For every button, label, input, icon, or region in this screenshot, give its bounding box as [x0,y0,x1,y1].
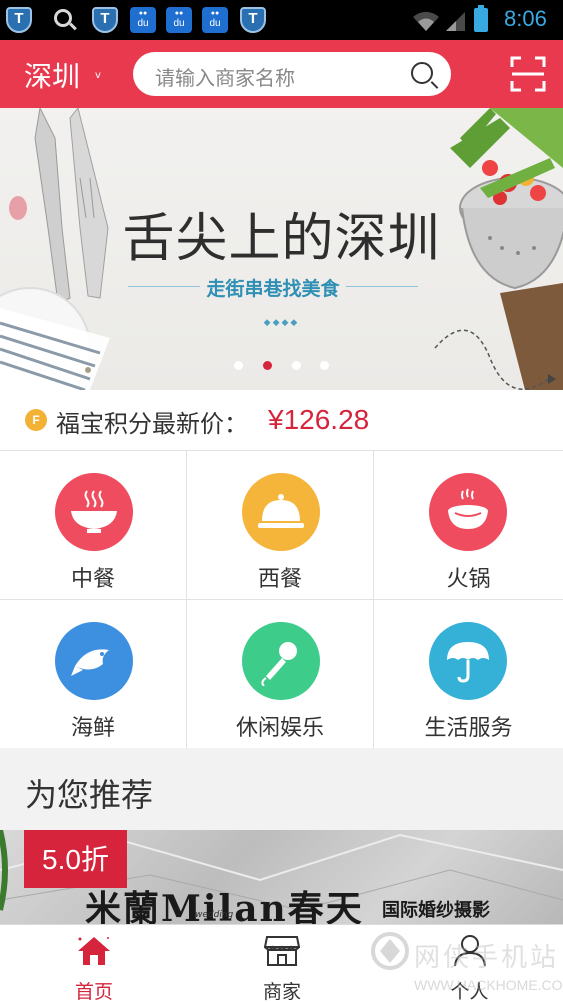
recommend-section-header: 为您推荐 [0,748,563,830]
points-price-row[interactable]: F 福宝积分最新价： ¥126.28 [0,390,563,450]
carousel-dot[interactable] [320,361,329,370]
scan-icon[interactable] [510,56,546,92]
banner-ornament: ◆◆◆◆ [263,318,300,328]
tab-label: 商家 [262,981,301,1002]
category-label: 休闲娱乐 [235,716,324,741]
category-icon-bg [242,473,320,551]
search-input[interactable]: 请输入商家名称 [133,52,451,96]
tab-merchants[interactable]: 商家 [188,925,376,1002]
tab-label: 首页 [74,981,113,1002]
cloche-icon [258,494,304,528]
wifi-icon [413,11,439,31]
search-icon [54,9,72,27]
merchant-name-small: wedding [195,910,234,920]
umbrella-icon [447,642,489,683]
category-label: 火锅 [446,567,491,592]
watermark-logo-icon [371,932,409,970]
microphone-icon [261,642,297,686]
category-label: 中餐 [70,567,115,592]
category-icon-bg [429,473,507,551]
category-icon-bg [242,622,320,700]
points-value: ¥126.28 [268,404,370,435]
points-label: 福宝积分最新价： [56,410,248,438]
status-time: 8:06 [504,6,547,31]
watermark-text: 网侠手机站 [414,943,560,973]
carousel-dot-active[interactable] [263,361,272,370]
category-icon-bg [55,622,133,700]
fish-icon [71,649,109,676]
baidu-paw-icon: du [166,7,192,33]
category-label: 西餐 [257,567,302,592]
shield-icon [240,7,266,33]
hotpot-icon [448,488,488,529]
category-hotpot[interactable]: 火锅 [374,451,563,600]
shield-icon [92,7,118,33]
carousel-dot[interactable] [234,361,243,370]
battery-icon [474,5,488,32]
watermark: 网侠手机站 WWW.HACKHOME.COM [370,929,563,999]
banner-subtitle: 走街串巷找美食 [206,278,340,300]
category-icon-bg [429,622,507,700]
status-bar: du du du 8:06 [0,0,563,40]
category-icon-bg [55,473,133,551]
merchant-subtitle: 国际婚纱摄影 [382,900,490,921]
watermark-url: WWW.HACKHOME.COM [414,977,563,993]
category-chinese[interactable]: 中餐 [0,451,187,600]
chinese-food-bowl-icon [71,490,117,533]
category-label: 生活服务 [424,716,513,741]
category-western[interactable]: 西餐 [187,451,374,600]
bottom-tab-bar: 首页 商家 个人 网侠手机站 WWW.HACKHOME.COM [0,924,563,1002]
category-label: 海鲜 [70,716,115,741]
category-entertainment[interactable]: 休闲娱乐 [187,600,374,749]
banner-subtitle-row: 走街串巷找美食 [128,274,418,300]
chevron-down-icon[interactable]: v [95,70,101,81]
divider [346,286,418,287]
recommend-item[interactable]: 5.0折 米蘭Milan春天 wedding 国际婚纱摄影 [0,830,563,924]
coin-icon: F [25,409,47,431]
signal-icon [446,12,465,31]
search-icon[interactable] [411,62,433,84]
baidu-paw-icon: du [130,7,156,33]
shield-icon [6,7,32,33]
carousel-dot[interactable] [292,361,301,370]
banner-title: 舌尖上的深圳 [122,209,441,269]
category-life-services[interactable]: 生活服务 [374,600,563,749]
tab-home[interactable]: 首页 [0,925,188,1002]
promo-banner[interactable]: 舌尖上的深圳 走街串巷找美食 ◆◆◆◆ [0,108,563,390]
category-seafood[interactable]: 海鲜 [0,600,187,749]
section-title: 为您推荐 [25,776,154,814]
store-icon [264,936,300,966]
city-selector[interactable]: 深圳 [24,55,80,95]
home-icon [78,937,110,965]
baidu-paw-icon: du [202,7,228,33]
app-header: 深圳 v 请输入商家名称 [0,40,563,108]
category-grid: 中餐 西餐 火锅 海鲜 休闲娱乐 生活服务 [0,450,563,749]
search-placeholder: 请输入商家名称 [155,66,295,90]
carousel-indicator [234,361,334,373]
